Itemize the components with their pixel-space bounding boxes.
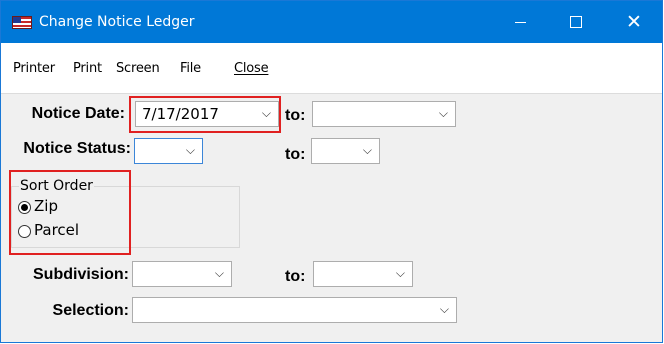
- minimize-icon: [514, 21, 526, 23]
- chevron-down-icon[interactable]: ⌵: [396, 266, 405, 281]
- radio-parcel[interactable]: [18, 225, 31, 238]
- app-window: Change Notice Ledger ✕ Printer Print Scr…: [0, 0, 663, 343]
- selection-combo[interactable]: ⌵: [132, 297, 457, 323]
- notice-status-combo[interactable]: ⌵: [134, 138, 203, 164]
- menu-print[interactable]: Print: [73, 61, 102, 76]
- chevron-down-icon[interactable]: ⌵: [186, 143, 195, 158]
- chevron-down-icon[interactable]: ⌵: [262, 106, 271, 121]
- menu-screen[interactable]: Screen: [116, 61, 160, 76]
- menu-printer[interactable]: Printer: [13, 61, 55, 76]
- title-bar[interactable]: Change Notice Ledger ✕: [1, 1, 662, 43]
- window-title: Change Notice Ledger: [39, 14, 195, 30]
- form-area: Notice Date: 7/17/2017 ⌵ to: ⌵ Notice St…: [1, 93, 662, 344]
- chevron-down-icon[interactable]: ⌵: [439, 106, 448, 121]
- flag-icon: [12, 16, 32, 29]
- menu-close[interactable]: Close: [234, 61, 269, 76]
- maximize-button[interactable]: [553, 1, 599, 43]
- notice-date-combo[interactable]: 7/17/2017 ⌵: [135, 101, 279, 127]
- subdivision-to-combo[interactable]: ⌵: [313, 261, 413, 287]
- notice-date-to-label: to:: [285, 107, 306, 124]
- menu-bar: Printer Print Screen File Close: [1, 43, 662, 94]
- sort-order-title: Sort Order: [19, 178, 94, 194]
- radio-parcel-label[interactable]: Parcel: [34, 221, 79, 239]
- chevron-down-icon[interactable]: ⌵: [363, 143, 372, 158]
- subdivision-to-label: to:: [285, 268, 306, 285]
- radio-zip[interactable]: [18, 201, 31, 214]
- chevron-down-icon[interactable]: ⌵: [215, 266, 224, 281]
- minimize-button[interactable]: [497, 1, 543, 43]
- subdivision-label: Subdivision:: [33, 266, 129, 283]
- notice-status-label: Notice Status:: [23, 140, 131, 157]
- chevron-down-icon[interactable]: ⌵: [440, 302, 449, 317]
- close-window-button[interactable]: ✕: [611, 1, 657, 43]
- notice-date-label: Notice Date:: [31, 105, 125, 122]
- notice-date-to-combo[interactable]: ⌵: [312, 101, 456, 127]
- radio-zip-label[interactable]: Zip: [34, 197, 58, 215]
- close-icon: ✕: [626, 10, 642, 33]
- subdivision-combo[interactable]: ⌵: [132, 261, 232, 287]
- menu-file[interactable]: File: [180, 61, 201, 76]
- notice-date-value: 7/17/2017: [142, 105, 219, 123]
- maximize-icon: [570, 16, 582, 28]
- notice-status-to-label: to:: [285, 146, 306, 163]
- selection-label: Selection:: [52, 302, 129, 319]
- notice-status-to-combo[interactable]: ⌵: [311, 138, 380, 164]
